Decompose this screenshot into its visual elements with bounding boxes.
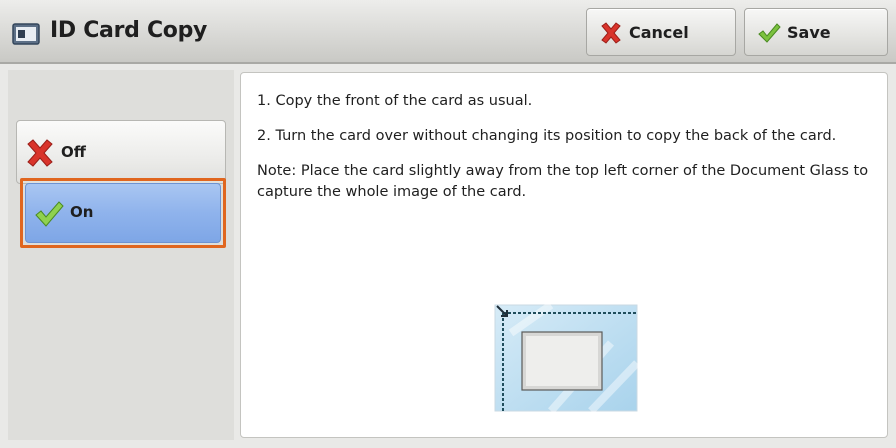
green-check-icon <box>35 201 64 227</box>
instructions-panel: 1. Copy the front of the card as usual. … <box>240 72 888 438</box>
option-on-label: On <box>70 203 94 221</box>
instruction-step-2: 2. Turn the card over without changing i… <box>257 128 837 144</box>
instructions-text: 1. Copy the front of the card as usual. … <box>257 91 877 217</box>
title-bar: ID Card Copy Cancel Save <box>0 0 896 64</box>
option-on-button[interactable]: On <box>25 183 221 243</box>
option-off-button[interactable]: Off <box>16 120 226 184</box>
id-card-copy-icon <box>12 23 40 45</box>
instruction-note: Note: Place the card slightly away from … <box>257 163 869 200</box>
save-label: Save <box>787 23 831 42</box>
card-on-document-glass-icon <box>494 303 640 413</box>
cancel-button[interactable]: Cancel <box>586 8 736 56</box>
red-x-icon <box>601 22 621 44</box>
instruction-step-1: 1. Copy the front of the card as usual. <box>257 93 533 109</box>
cancel-label: Cancel <box>629 23 689 42</box>
red-x-icon <box>27 139 53 167</box>
page-title: ID Card Copy <box>50 18 208 43</box>
save-button[interactable]: Save <box>744 8 888 56</box>
option-off-label: Off <box>61 143 86 161</box>
green-check-icon <box>758 23 781 43</box>
